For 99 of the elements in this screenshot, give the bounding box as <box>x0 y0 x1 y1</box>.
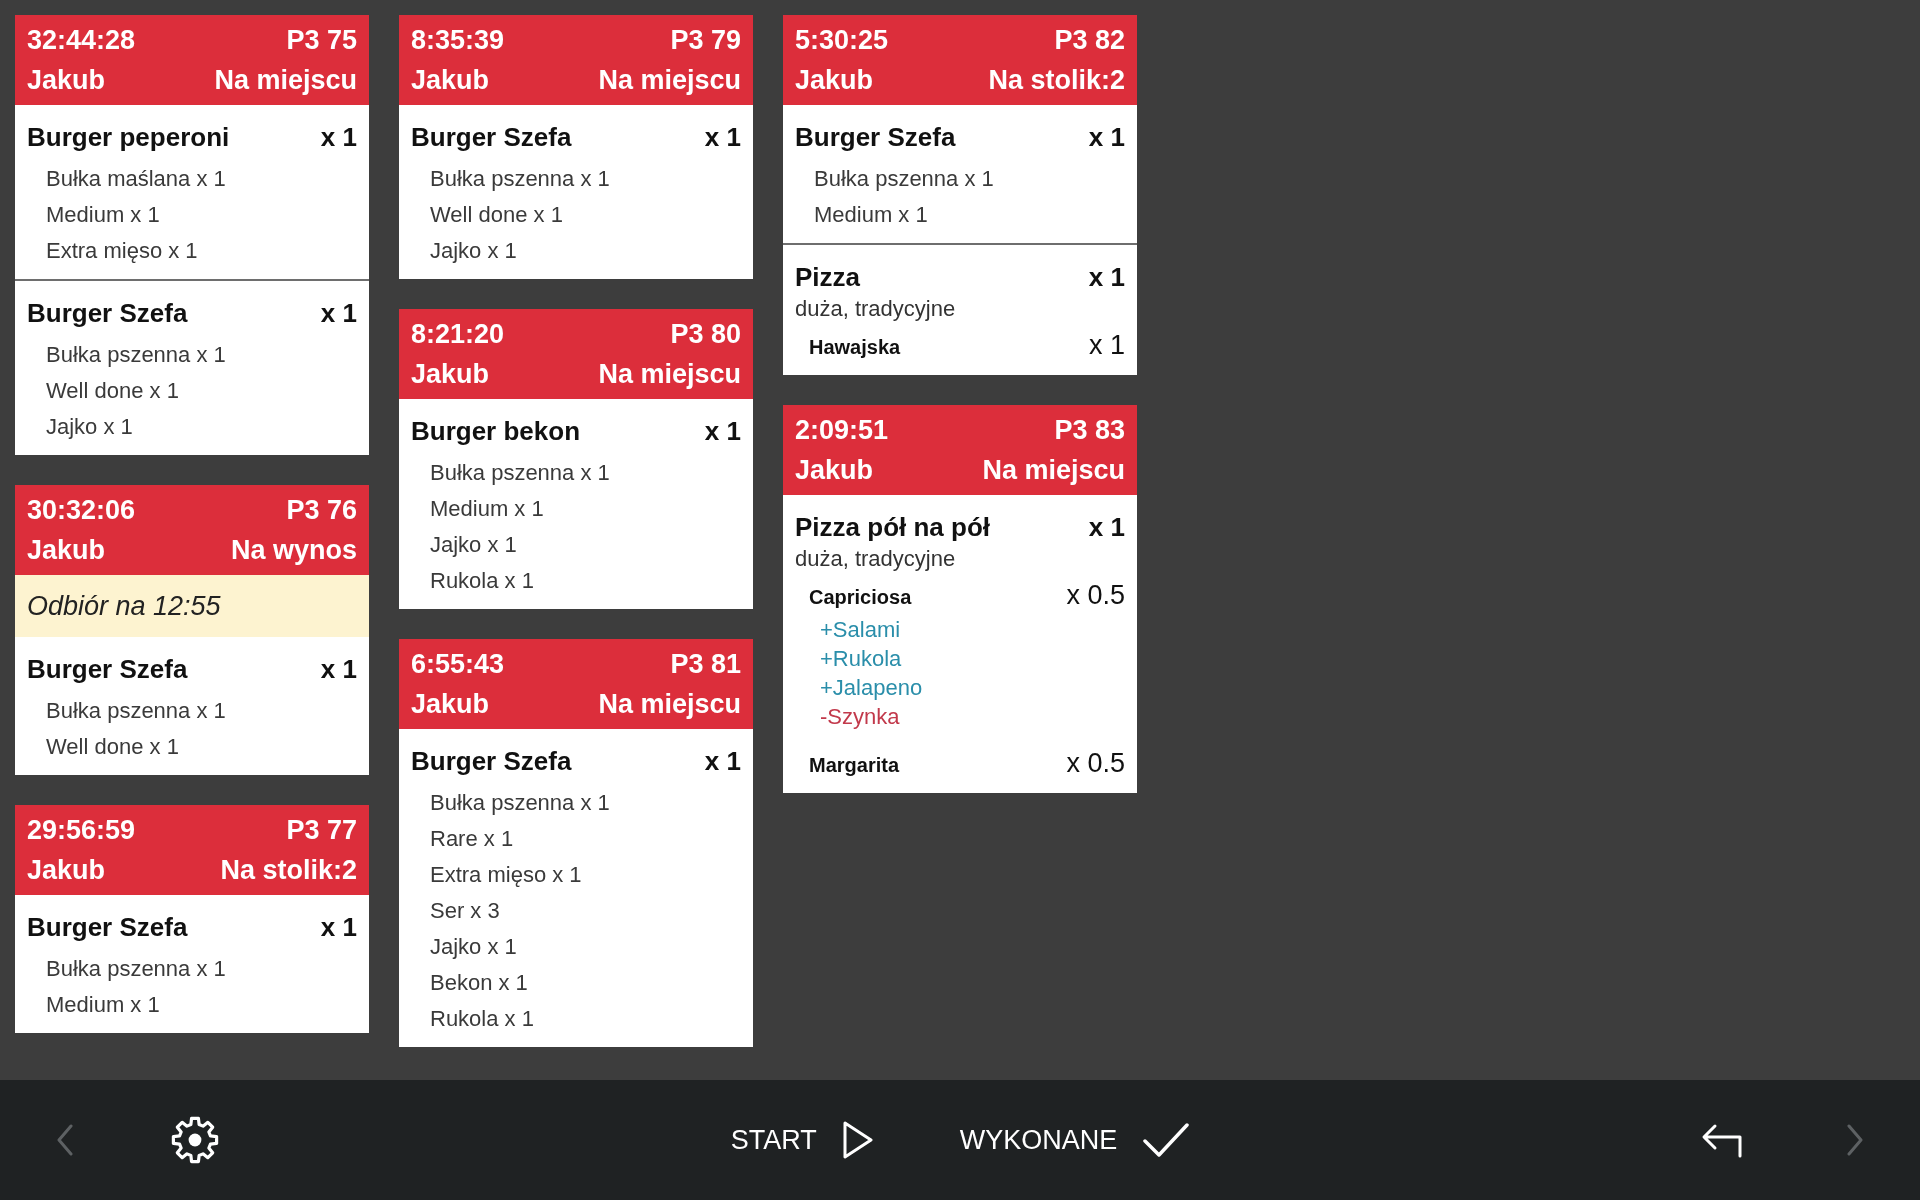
waiter-name: Jakub <box>411 358 490 391</box>
pizza-variant-name: Capriciosa <box>809 585 912 610</box>
modifier-text: Extra mięso x 1 <box>46 237 198 265</box>
elapsed-time: 6:55:43 <box>411 648 505 681</box>
order-number: P3 80 <box>670 318 741 351</box>
modifier-text: Bułka pszenna x 1 <box>430 459 610 487</box>
elapsed-time: 8:21:20 <box>411 318 505 351</box>
chevron-left-icon <box>57 1124 73 1156</box>
modifier-text: Bułka maślana x 1 <box>46 165 226 193</box>
waiter-name: Jakub <box>795 64 874 97</box>
modifier-text: Ser x 3 <box>430 897 500 925</box>
order-number: P3 75 <box>286 24 357 57</box>
service-type: Na miejscu <box>598 688 741 721</box>
dish-name: Burger Szefa <box>27 653 188 686</box>
waiter-name: Jakub <box>411 688 490 721</box>
added-topping: +Rukola <box>820 645 902 673</box>
settings-icon <box>171 1116 219 1164</box>
service-type: Na miejscu <box>214 64 357 97</box>
service-type: Na stolik:2 <box>988 64 1125 97</box>
waiter-name: Jakub <box>795 454 874 487</box>
variant-quantity: x 0.5 <box>1066 579 1125 612</box>
dish-name: Burger bekon <box>411 415 581 448</box>
dish-name: Pizza <box>795 261 861 294</box>
order-number: P3 83 <box>1054 414 1125 447</box>
modifier-text: Jajko x 1 <box>430 237 517 265</box>
removed-topping: -Szynka <box>820 703 900 731</box>
modifier-text: Medium x 1 <box>814 201 928 229</box>
variant-quantity: x 1 <box>1088 329 1125 362</box>
service-type: Na stolik:2 <box>220 854 357 887</box>
dish-name: Burger Szefa <box>27 911 188 944</box>
dish-name: Pizza pół na pół <box>795 511 990 544</box>
modifier-text: Well done x 1 <box>46 377 179 405</box>
chevron-right-icon <box>1847 1124 1863 1156</box>
modifier-text: Bułka pszenna x 1 <box>430 789 610 817</box>
elapsed-time: 30:32:06 <box>27 494 136 527</box>
modifier-text: Rukola x 1 <box>430 567 534 595</box>
elapsed-time: 5:30:25 <box>795 24 889 57</box>
modifier-text: Medium x 1 <box>46 201 160 229</box>
modifier-text: Jajko x 1 <box>430 933 517 961</box>
dish-name: Burger Szefa <box>411 745 572 778</box>
order-number: P3 77 <box>286 814 357 847</box>
dish-quantity: x 1 <box>320 121 357 154</box>
elapsed-time: 2:09:51 <box>795 414 889 447</box>
elapsed-time: 29:56:59 <box>27 814 136 847</box>
modifier-text: Jajko x 1 <box>46 413 133 441</box>
waiter-name: Jakub <box>411 64 490 97</box>
modifier-text: Jajko x 1 <box>430 531 517 559</box>
pizza-variant-name: Margarita <box>809 753 900 778</box>
modifier-text: Bułka pszenna x 1 <box>814 165 994 193</box>
modifier-text: Bułka pszenna x 1 <box>430 165 610 193</box>
return-arrow-icon <box>1701 1122 1743 1158</box>
modifier-text: Bułka pszenna x 1 <box>46 955 226 983</box>
service-type: Na miejscu <box>598 358 741 391</box>
dish-name: Burger Szefa <box>795 121 956 154</box>
modifier-text: Rare x 1 <box>430 825 514 853</box>
dish-name: Burger peperoni <box>27 121 230 154</box>
dish-quantity: x 1 <box>1088 121 1125 154</box>
dish-name: Burger Szefa <box>27 297 188 330</box>
elapsed-time: 8:35:39 <box>411 24 505 57</box>
added-topping: +Jalapeno <box>820 674 923 702</box>
modifier-text: Medium x 1 <box>46 991 160 1019</box>
done-button[interactable]: WYKONANE <box>959 1112 1190 1168</box>
elapsed-time: 32:44:28 <box>27 24 136 57</box>
waiter-name: Jakub <box>27 534 106 567</box>
pizza-description: duża, tradycyjne <box>795 545 956 573</box>
modifier-text: Rukola x 1 <box>430 1005 534 1033</box>
order-number: P3 76 <box>286 494 357 527</box>
pizza-variant-name: Hawajska <box>809 335 901 360</box>
dish-quantity: x 1 <box>320 911 357 944</box>
added-topping: +Salami <box>820 616 901 644</box>
dish-quantity: x 1 <box>704 121 741 154</box>
check-icon <box>1143 1123 1190 1157</box>
order-number: P3 79 <box>670 24 741 57</box>
modifier-text: Medium x 1 <box>430 495 544 523</box>
dish-quantity: x 1 <box>1088 261 1125 294</box>
dish-quantity: x 1 <box>320 653 357 686</box>
modifier-text: Bekon x 1 <box>430 969 528 997</box>
dish-quantity: x 1 <box>320 297 357 330</box>
modifier-text: Well done x 1 <box>430 201 563 229</box>
start-button[interactable]: START <box>730 1112 873 1168</box>
modifier-text: Bułka pszenna x 1 <box>46 697 226 725</box>
order-number: P3 82 <box>1054 24 1125 57</box>
dish-quantity: x 1 <box>704 745 741 778</box>
dish-name: Burger Szefa <box>411 121 572 154</box>
waiter-name: Jakub <box>27 854 106 887</box>
service-type: Na miejscu <box>598 64 741 97</box>
modifier-text: Well done x 1 <box>46 733 179 761</box>
variant-quantity: x 0.5 <box>1066 747 1125 780</box>
pickup-note: Odbiór na 12:55 <box>15 575 369 637</box>
pizza-description: duża, tradycyjne <box>795 295 956 323</box>
service-type: Na miejscu <box>982 454 1125 487</box>
modifier-text: Extra mięso x 1 <box>430 861 582 889</box>
dish-quantity: x 1 <box>1088 511 1125 544</box>
dish-quantity: x 1 <box>704 415 741 448</box>
waiter-name: Jakub <box>27 64 106 97</box>
modifier-text: Bułka pszenna x 1 <box>46 341 226 369</box>
service-type: Na wynos <box>230 534 357 567</box>
play-icon <box>842 1121 873 1159</box>
order-number: P3 81 <box>670 648 741 681</box>
